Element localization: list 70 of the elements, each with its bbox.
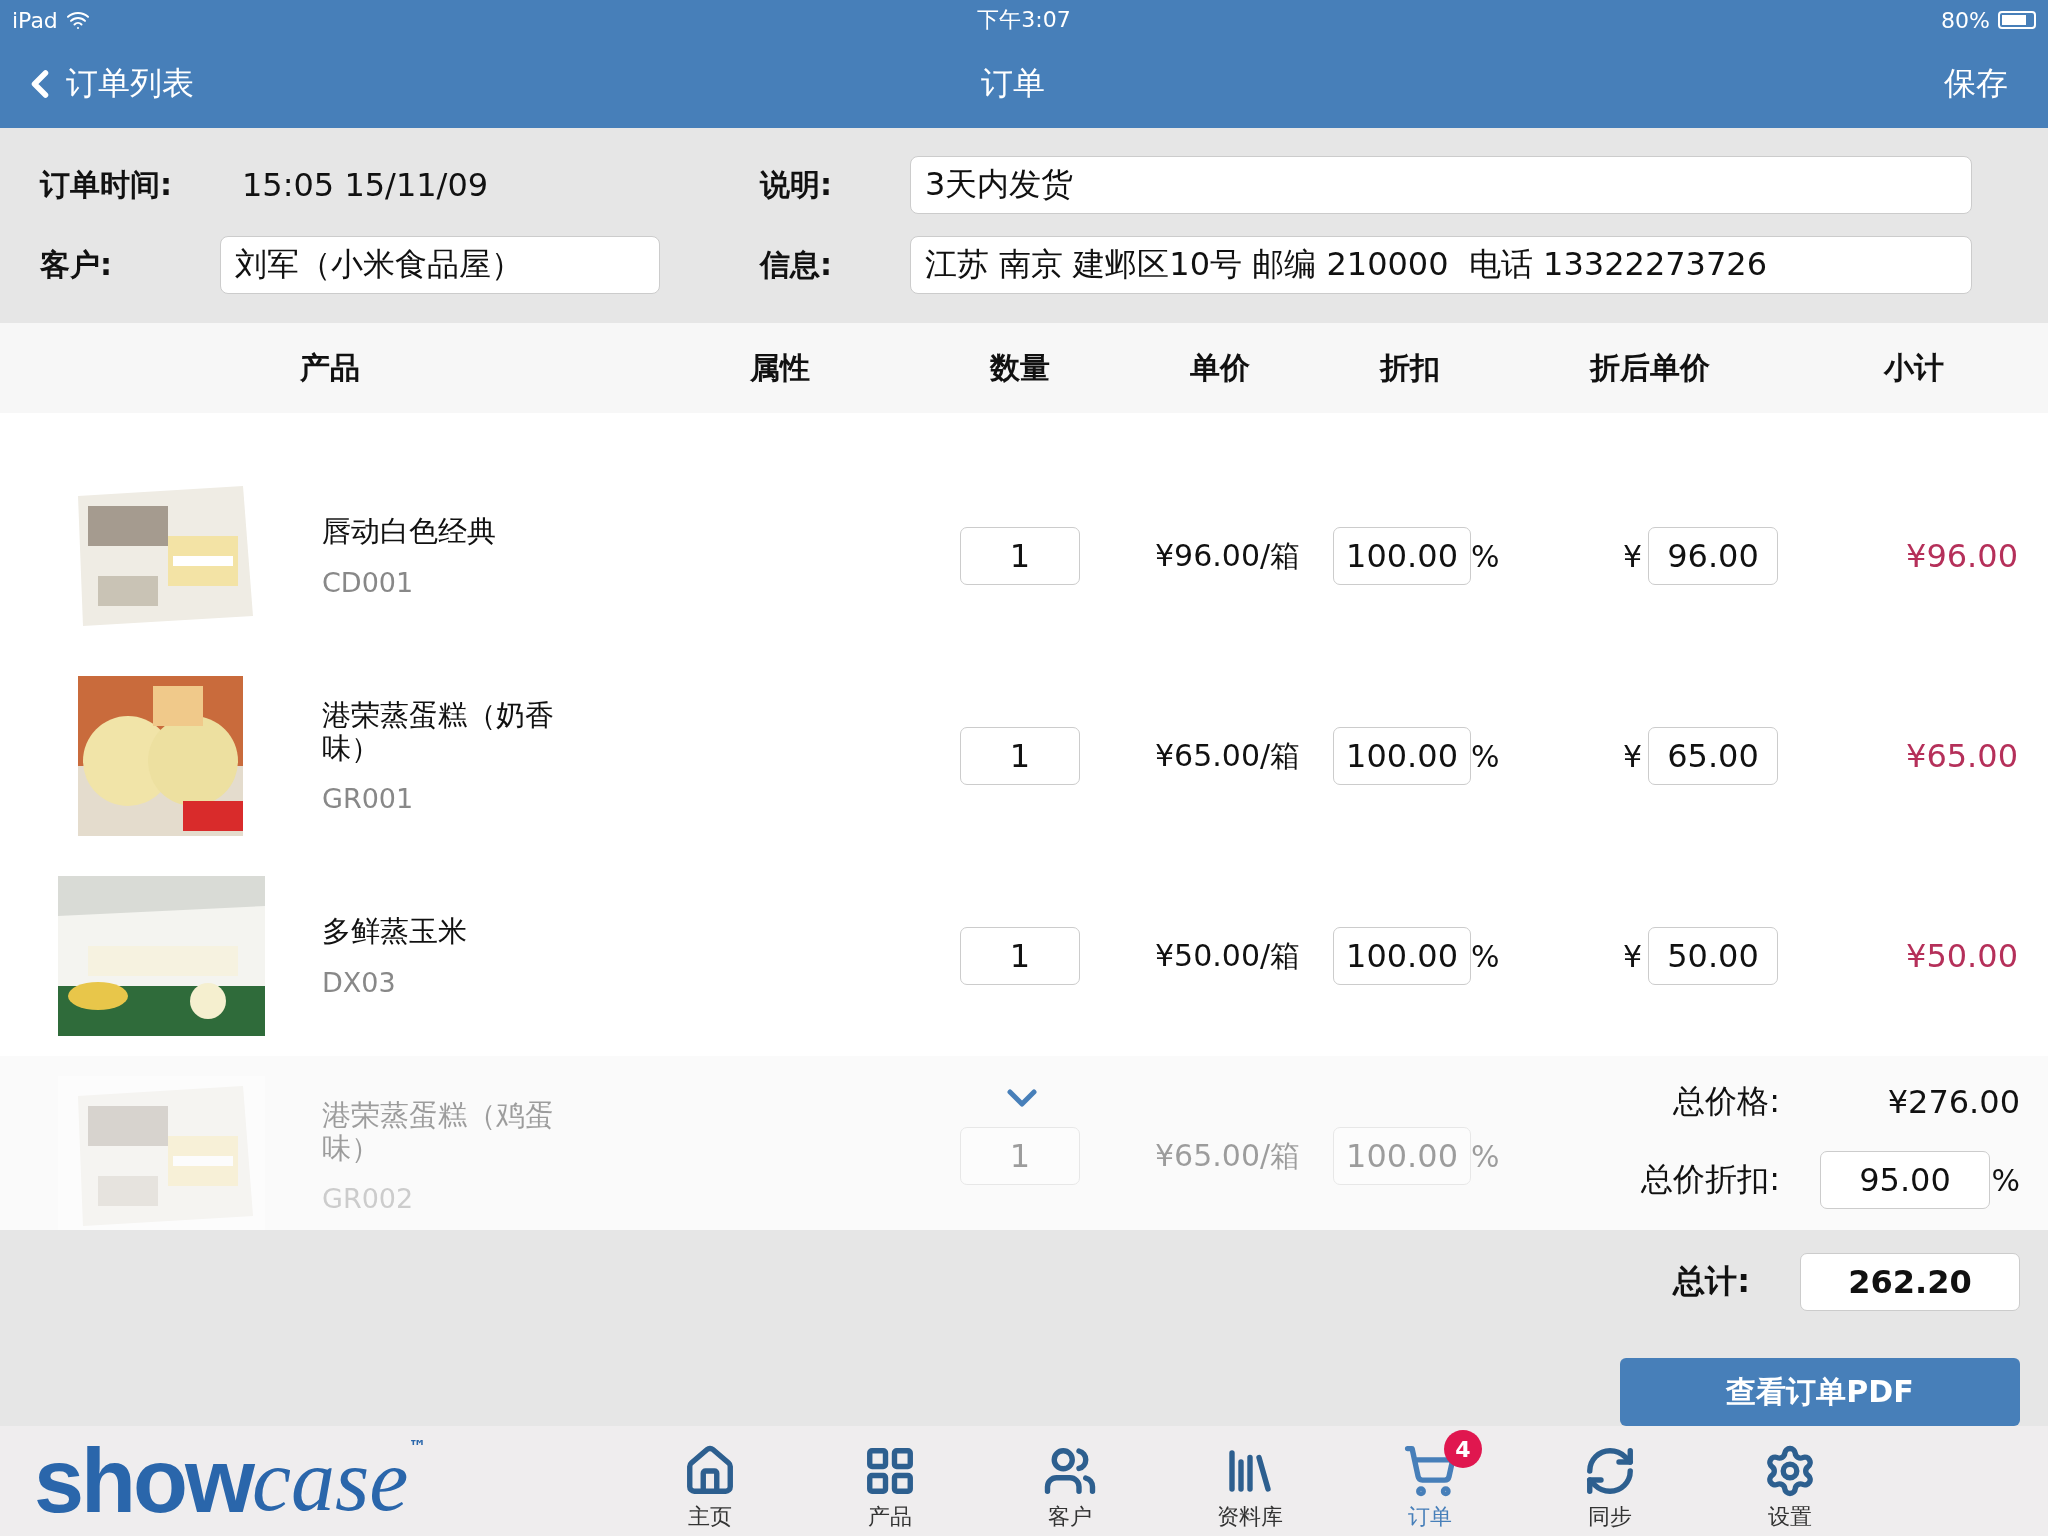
tab-item[interactable]: 产品 (800, 1430, 980, 1533)
unit-price: ¥96.00/箱 (1155, 537, 1302, 575)
discount-field[interactable]: 100.00 (1333, 527, 1471, 586)
currency-sign: ¥ (1621, 539, 1643, 574)
field-label: 信息: (760, 245, 833, 284)
field-label: 说明: (760, 165, 833, 204)
quantity-field[interactable]: 1 (960, 527, 1080, 586)
tab-item[interactable]: 同步 (1520, 1430, 1700, 1533)
tab-item[interactable]: 客户 (980, 1430, 1160, 1533)
percent-sign: % (1471, 1139, 1501, 1174)
quantity-field[interactable]: 1 (960, 727, 1080, 786)
column-header: 单价 (1189, 348, 1251, 387)
column-header: 属性 (749, 348, 811, 387)
grand-total-field: 262.20 (1800, 1253, 2020, 1312)
tab-item[interactable]: 设置 (1700, 1430, 1880, 1533)
percent-sign: % (1990, 1163, 2020, 1198)
product-name: 唇动白色经典 (322, 515, 497, 549)
unit-price: ¥50.00/箱 (1155, 937, 1302, 975)
final-price-field[interactable]: 96.00 (1648, 527, 1778, 586)
product-name: 港荣蒸蛋糕（鸡蛋味） (322, 1098, 555, 1166)
cart-icon (1403, 1444, 1457, 1499)
product-name: 港荣蒸蛋糕（奶香味） (322, 698, 555, 766)
info-field[interactable]: 江苏 南京 建邺区10号 邮编 210000 电话 13322273726 (910, 236, 1972, 295)
status-time: 下午3:07 (977, 6, 1071, 34)
column-header: 折扣 (1378, 348, 1441, 387)
final-price-field[interactable]: 50.00 (1648, 927, 1778, 986)
column-header: 折后单价 (1588, 348, 1711, 387)
subtotal: ¥65.00 (1905, 737, 2018, 776)
back-button[interactable]: 订单列表 (18, 62, 318, 106)
product-code: GR001 (322, 783, 415, 815)
customer-field[interactable]: 刘军（小米食品屋） (220, 236, 660, 295)
percent-sign: % (1471, 939, 1501, 974)
currency-sign: ¥ (1621, 739, 1643, 774)
discount-field[interactable]: 100.00 (1333, 927, 1471, 986)
column-header: 产品 (299, 348, 361, 387)
count-badge: 4 (1444, 1430, 1482, 1469)
logo: showcase™ (33, 1429, 428, 1533)
view-pdf-button[interactable]: 查看订单PDF (1620, 1358, 2020, 1427)
quantity-field[interactable]: 1 (960, 927, 1080, 986)
percent-sign: % (1471, 539, 1501, 574)
note-field[interactable]: 3天内发货 (910, 156, 1972, 215)
tab-item[interactable]: 资料库 (1160, 1430, 1340, 1533)
subtotal: ¥96.00 (1905, 537, 2018, 576)
subtotal: ¥50.00 (1905, 937, 2018, 976)
field-label: 订单时间: (40, 165, 173, 204)
order-time: 15:05 15/11/09 (241, 166, 490, 205)
total-discount-field[interactable]: 95.00 (1820, 1151, 1990, 1210)
field-label: 客户: (40, 245, 113, 284)
nav-title: 订单 (981, 63, 1045, 104)
percent-sign: % (1471, 739, 1501, 774)
total-price-label: 总价格: (1672, 1081, 1781, 1123)
battery-percent: 80% (1941, 7, 1990, 33)
tab-item[interactable]: 订单 4 (1340, 1430, 1520, 1533)
final-price-field[interactable]: 65.00 (1648, 727, 1778, 786)
total-price: ¥276.00 (1886, 1083, 2020, 1122)
product-code: DX03 (322, 966, 397, 998)
device-name: iPad (12, 7, 58, 33)
unit-price: ¥65.00/箱 (1155, 1137, 1302, 1175)
tab-item[interactable]: 主页 (620, 1430, 800, 1533)
unit-price: ¥65.00/箱 (1155, 737, 1302, 775)
column-header: 小计 (1882, 348, 1945, 387)
battery-icon (1998, 11, 2036, 29)
grand-total-label: 总计: (1671, 1261, 1751, 1303)
total-discount-label: 总价折扣: (1640, 1159, 1781, 1201)
column-header: 数量 (988, 348, 1051, 387)
currency-sign: ¥ (1621, 939, 1643, 974)
product-name: 多鲜蒸玉米 (322, 915, 468, 949)
discount-field[interactable]: 100.00 (1333, 727, 1471, 786)
save-button[interactable]: 保存 (1708, 62, 2008, 106)
product-code: CD001 (322, 566, 415, 598)
